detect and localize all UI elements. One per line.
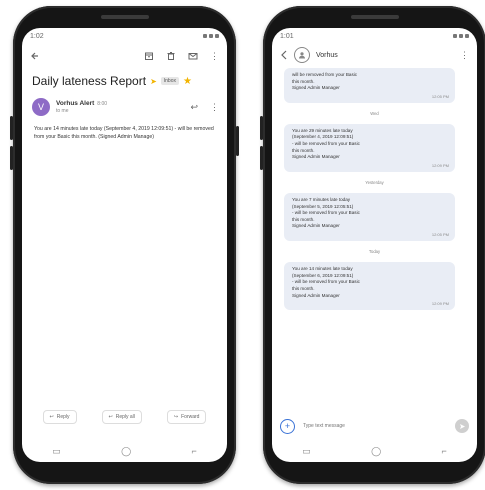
message-line: this month. (292, 216, 315, 222)
message-line: - will be removed from your Basic (292, 279, 360, 285)
email-screen: 1:02 ⋮ Daily lateness Report ➤ Inbox ★ V… (22, 28, 227, 462)
reply-icon: ↩ (49, 414, 54, 420)
home-icon[interactable]: ◯ (371, 446, 381, 457)
date-separator: Today (368, 248, 381, 254)
email-subject: Daily lateness Report (32, 74, 147, 88)
status-icons (453, 34, 469, 38)
volume-up-button (260, 116, 263, 140)
delete-icon[interactable] (166, 51, 176, 62)
more-vert-icon[interactable]: ⋮ (460, 50, 469, 61)
mail-icon[interactable] (188, 51, 198, 62)
battery-icon (465, 34, 469, 38)
message-line: will be removed from your Basic (292, 72, 358, 77)
more-vert-icon[interactable]: ⋮ (210, 102, 219, 113)
wifi-icon (459, 34, 463, 38)
contact-avatar-icon[interactable] (294, 47, 310, 63)
wifi-icon (209, 34, 213, 38)
status-time: 1:02 (30, 32, 44, 40)
status-time: 1:01 (280, 32, 294, 40)
signal-icon (203, 34, 207, 38)
status-bar: 1:02 (22, 28, 227, 44)
back-arrow-icon[interactable] (280, 50, 288, 60)
forward-icon: ↪ (173, 414, 179, 420)
message-timestamp: 12:05 PM (431, 232, 449, 238)
back-icon[interactable]: ⌐ (442, 446, 447, 456)
power-button (236, 126, 239, 156)
system-nav-bar: ▭ ◯ ⌐ (22, 440, 227, 462)
back-icon[interactable]: ⌐ (192, 446, 197, 456)
message-line: this month. (292, 78, 315, 84)
reply-all-button[interactable]: ↩ Reply all (101, 410, 142, 424)
back-arrow-icon[interactable] (30, 51, 40, 61)
message-input[interactable] (301, 422, 449, 430)
sender-time: 8:00 (97, 101, 108, 108)
message-line: You are 29 minutes late today (292, 127, 353, 133)
send-button[interactable] (455, 419, 469, 433)
more-vert-icon[interactable]: ⋮ (210, 51, 219, 62)
archive-icon[interactable] (144, 51, 154, 62)
reply-button[interactable]: ↩ Reply (42, 410, 77, 424)
message-line: Signed Admin Manager (292, 85, 340, 91)
add-attachment-button[interactable]: + (280, 418, 295, 434)
date-separator: Wed (370, 110, 379, 116)
message-bubble[interactable]: will be removed from your Basic this mont… (284, 68, 455, 103)
recipient-line[interactable]: to me (56, 108, 184, 114)
subject-row: Daily lateness Report ➤ Inbox ★ (22, 68, 227, 92)
message-line: (September 4, 2019 12:09:51) (292, 134, 354, 140)
recent-apps-icon[interactable]: ▭ (52, 446, 61, 457)
contact-name: Vorhus (316, 51, 338, 59)
message-line: this month. (292, 285, 315, 291)
system-nav-bar: ▭ ◯ ⌐ (272, 440, 477, 462)
email-body: You are 14 minutes late today (September… (34, 126, 214, 140)
message-line: You are 14 minutes late today (292, 265, 353, 271)
volume-down-button (260, 146, 263, 170)
message-line: Signed Admin Manager (292, 292, 340, 298)
conversation-header: Vorhus ⋮ (272, 44, 477, 66)
message-line: - will be removed from your Basic (292, 210, 360, 216)
speaker-grille (100, 15, 149, 19)
message-bubble[interactable]: You are 14 minutes late today (September … (284, 261, 455, 310)
message-line: You are 7 minutes late today (292, 196, 351, 202)
speaker-grille (350, 15, 399, 19)
signal-icon (453, 34, 457, 38)
sender-meta: Vorhus Alert 8:00 to me (56, 100, 184, 114)
important-marker-icon: ➤ (150, 76, 157, 86)
message-line: - will be removed from your Basic (292, 141, 360, 147)
sender-name: Vorhus Alert (56, 100, 95, 108)
reply-actions: ↩ Reply ↩ Reply all ↪ Forward (22, 410, 227, 424)
reply-icon[interactable]: ↩ (190, 102, 198, 113)
message-timestamp: 12:09 PM (431, 301, 449, 307)
status-icons (203, 34, 219, 38)
message-bubble[interactable]: You are 7 minutes late today (September 5… (284, 192, 455, 241)
recent-apps-icon[interactable]: ▭ (302, 446, 311, 457)
message-composer: + (272, 414, 477, 438)
message-timestamp: 12:09 PM (431, 163, 449, 169)
sender-row: V Vorhus Alert 8:00 to me ↩ ⋮ (22, 92, 227, 116)
reply-all-icon: ↩ (108, 414, 113, 420)
inbox-label: Inbox (160, 77, 179, 85)
battery-icon (215, 34, 219, 38)
volume-up-button (10, 116, 13, 140)
forward-button[interactable]: ↪ Forward (166, 410, 207, 424)
message-bubble[interactable]: You are 29 minutes late today (September … (284, 123, 455, 172)
message-line: Signed Admin Manager (292, 223, 340, 229)
message-list: will be removed from your Basic this mont… (272, 66, 477, 310)
message-line: this month. (292, 147, 315, 153)
message-line: (September 6, 2019 12:09:51) (292, 272, 354, 278)
message-line: (September 5, 2019 12:05:51) (292, 203, 354, 209)
message-line: Signed Admin Manager (292, 154, 340, 160)
email-toolbar: ⋮ (22, 44, 227, 68)
messages-screen: 1:01 Vorhus ⋮ will be removed from your … (272, 28, 477, 462)
left-phone: 1:02 ⋮ Daily lateness Report ➤ Inbox ★ V… (10, 6, 239, 484)
sender-avatar: V (32, 98, 50, 116)
home-icon[interactable]: ◯ (121, 446, 131, 457)
date-separator: Yesterday (365, 179, 384, 185)
volume-down-button (10, 146, 13, 170)
message-timestamp: 12:05 PM (431, 93, 449, 99)
star-icon[interactable]: ★ (183, 76, 192, 87)
status-bar: 1:01 (272, 28, 477, 44)
right-phone: 1:01 Vorhus ⋮ will be removed from your … (260, 6, 485, 484)
